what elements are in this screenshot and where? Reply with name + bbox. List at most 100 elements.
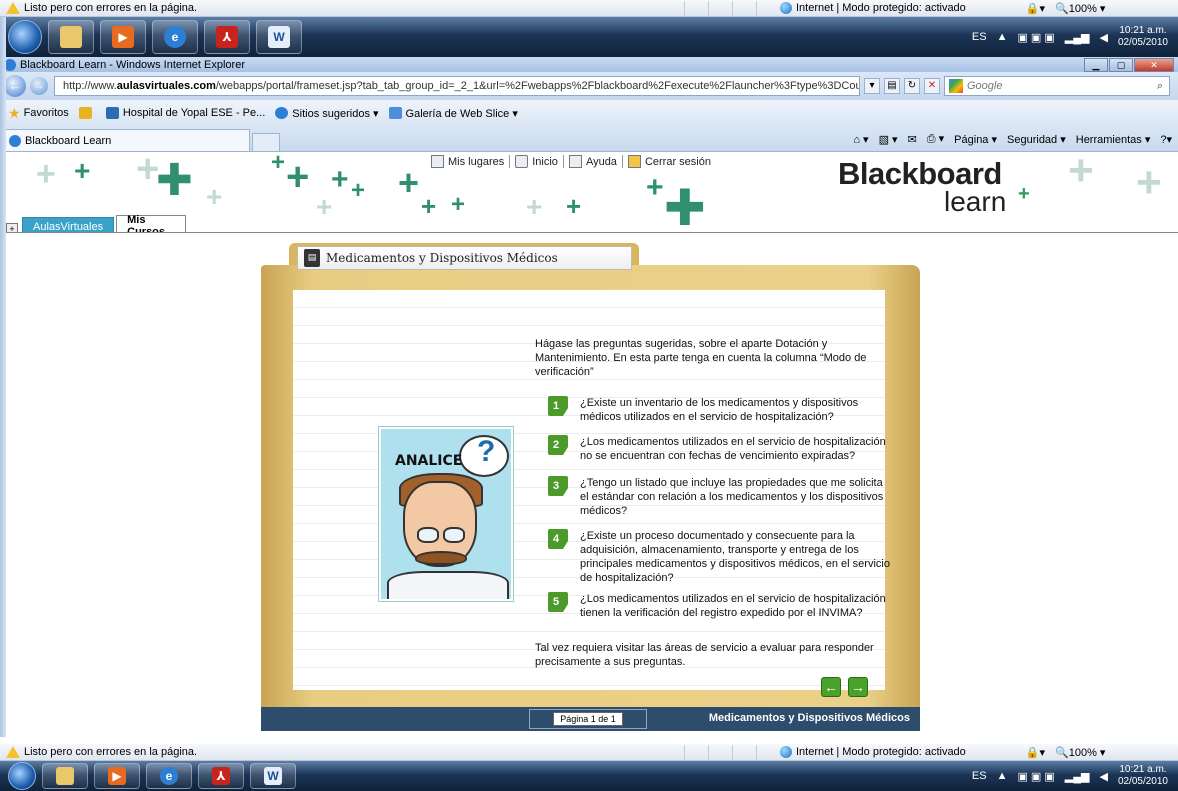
media-player-icon: ▶ xyxy=(108,767,126,785)
protected-mode-icon[interactable]: 🔒▾ xyxy=(1026,2,1045,15)
taskbar-ie[interactable]: e xyxy=(146,763,192,789)
search-placeholder: Google xyxy=(967,80,1003,92)
security-zone[interactable]: Internet | Modo protegido: activado xyxy=(796,746,966,758)
taskbar-word[interactable]: W xyxy=(250,763,296,789)
taskbar-word[interactable]: W xyxy=(256,20,302,54)
feeds-icon[interactable]: ▧ ▾ xyxy=(879,133,898,146)
taskbar-media[interactable]: ▶ xyxy=(100,20,146,54)
favorites-button[interactable]: Favoritos xyxy=(24,107,69,119)
protected-mode-icon[interactable]: 🔒▾ xyxy=(1026,746,1045,759)
favorite-sitios-sugeridos[interactable]: Sitios sugeridos ▾ xyxy=(275,107,379,120)
decor-cross: + xyxy=(398,162,420,203)
lesson-page: ? ANALICE Hágase las preguntas sugeridas… xyxy=(293,290,890,697)
logout-icon xyxy=(627,155,641,168)
help-icon xyxy=(568,155,582,168)
address-input[interactable]: http://www. aulasvirtuales.com/webapps/po… xyxy=(54,76,860,96)
tray-arrow-icon[interactable]: ▲ xyxy=(997,770,1008,782)
question-number: 2 xyxy=(548,435,568,455)
stop-icon[interactable]: ✕ xyxy=(924,78,940,94)
favorites-label: Favoritos xyxy=(23,107,69,119)
warning-icon[interactable] xyxy=(6,746,20,758)
nav-inicio[interactable]: Inicio xyxy=(510,155,564,168)
google-icon xyxy=(949,79,963,93)
decor-cross: + xyxy=(36,155,56,193)
refresh-icon[interactable]: ↻ xyxy=(904,78,920,94)
favorites-star-icon: ★ xyxy=(8,104,21,121)
mail-icon[interactable]: ✉ xyxy=(908,133,917,146)
nav-mis-lugares[interactable]: Mis lugares xyxy=(426,155,511,168)
previous-button[interactable]: ← xyxy=(821,677,841,697)
media-player-icon: ▶ xyxy=(112,26,134,48)
favorite-web-slice[interactable]: Galería de Web Slice ▾ xyxy=(388,107,518,120)
favorite-hospital-yopal[interactable]: Hospital de Yopal ESE - Pe... xyxy=(105,107,265,119)
next-button[interactable]: → xyxy=(848,677,868,697)
taskbar-ie[interactable]: e xyxy=(152,20,198,54)
network-icon[interactable]: ▂▄▆ xyxy=(1065,770,1090,783)
question-text: ¿Los medicamentos utilizados en el servi… xyxy=(580,436,886,462)
internet-explorer-icon: e xyxy=(160,767,178,785)
lesson-outro: Tal vez requiera visitar las áreas de se… xyxy=(535,642,874,668)
clock-time: 10:21 a.m. xyxy=(1119,25,1167,36)
nav-cerrar-sesion[interactable]: Cerrar sesión xyxy=(623,155,716,168)
close-window-button[interactable]: ✕ xyxy=(1134,57,1174,72)
blackboard-plus-icon: + xyxy=(1018,183,1030,205)
maximize-button[interactable]: ▢ xyxy=(1109,57,1133,72)
volume-icon[interactable]: ◀ xyxy=(1099,770,1107,783)
my-places-icon xyxy=(431,155,444,168)
clock-date: 02/05/2010 xyxy=(1117,37,1168,48)
start-button[interactable] xyxy=(8,20,42,54)
blackboard-header: + + + ✚ + + + + + + + + + + + + ✚ + + Mi… xyxy=(6,153,1178,233)
pdf-icon: ⅄ xyxy=(216,26,238,48)
browser-tab-blackboard[interactable]: Blackboard Learn xyxy=(4,129,250,151)
question-text: ¿Tengo un listado que incluye las propie… xyxy=(580,477,884,517)
home-icon[interactable]: ⌂ ▾ xyxy=(853,133,868,146)
warning-icon[interactable] xyxy=(6,2,20,14)
tools-menu[interactable]: Herramientas ▾ xyxy=(1076,133,1151,146)
minimize-button[interactable]: ▁ xyxy=(1084,57,1108,72)
security-zone[interactable]: Internet | Modo protegido: activado xyxy=(796,2,966,14)
taskbar-top: ▶ e ⅄ W ES ▲ ▣ ▣ ▣ ▂▄▆ ◀ 10:21 a.m. 02/0… xyxy=(0,17,1178,57)
window-titlebar[interactable]: Blackboard Learn - Windows Internet Expl… xyxy=(0,57,1178,72)
taskbar-explorer[interactable] xyxy=(48,20,94,54)
forward-button[interactable]: → xyxy=(30,77,48,95)
globe-icon xyxy=(780,2,792,14)
print-icon[interactable]: ⎙ ▾ xyxy=(927,132,944,146)
help-icon[interactable]: ?▾ xyxy=(1160,133,1172,146)
internet-explorer-icon xyxy=(275,107,289,119)
search-input[interactable]: Google ⌕ xyxy=(944,76,1170,96)
new-tab-button[interactable] xyxy=(252,133,280,151)
nav-label: Mis lugares xyxy=(448,155,505,168)
word-icon: W xyxy=(268,26,290,48)
language-indicator[interactable]: ES xyxy=(972,770,987,782)
tray-icons[interactable]: ▣ ▣ ▣ xyxy=(1017,31,1054,44)
language-indicator[interactable]: ES xyxy=(972,31,987,43)
nav-ayuda[interactable]: Ayuda xyxy=(564,155,623,168)
clock[interactable]: 10:21 a.m. 02/05/2010 xyxy=(1118,25,1168,49)
tray-icons[interactable]: ▣ ▣ ▣ xyxy=(1017,770,1054,783)
security-menu[interactable]: Seguridad ▾ xyxy=(1007,133,1066,146)
zoom-level[interactable]: 🔍100% ▾ xyxy=(1055,746,1105,759)
back-button[interactable]: ← xyxy=(4,75,26,97)
tray-arrow-icon[interactable]: ▲ xyxy=(997,31,1008,43)
status-divider xyxy=(756,0,780,16)
search-icon[interactable]: ⌕ xyxy=(1157,80,1163,93)
taskbar-media[interactable]: ▶ xyxy=(94,763,140,789)
start-button[interactable] xyxy=(8,762,36,790)
tab-aulas-virtuales[interactable]: AulasVirtuales xyxy=(22,217,115,233)
address-dropdown-icon[interactable]: ▾ xyxy=(864,78,880,94)
volume-icon[interactable]: ◀ xyxy=(1099,31,1107,44)
taskbar-pdf[interactable]: ⅄ xyxy=(198,763,244,789)
network-icon[interactable]: ▂▄▆ xyxy=(1065,31,1090,44)
taskbar-explorer[interactable] xyxy=(42,763,88,789)
status-divider xyxy=(708,0,732,16)
page-menu[interactable]: Página ▾ xyxy=(954,133,997,146)
compatibility-icon[interactable]: ▤ xyxy=(884,78,900,94)
clock[interactable]: 10:21 a.m. 02/05/2010 xyxy=(1118,764,1168,788)
add-favorite-button[interactable] xyxy=(78,107,96,119)
tab-mis-cursos[interactable]: Mis Cursos xyxy=(116,214,187,233)
zoom-level[interactable]: 🔍100% ▾ xyxy=(1055,2,1105,15)
decor-cross: + xyxy=(526,191,543,222)
taskbar-pdf[interactable]: ⅄ xyxy=(204,20,250,54)
decor-cross: + xyxy=(566,191,582,221)
home-icon xyxy=(515,155,529,168)
